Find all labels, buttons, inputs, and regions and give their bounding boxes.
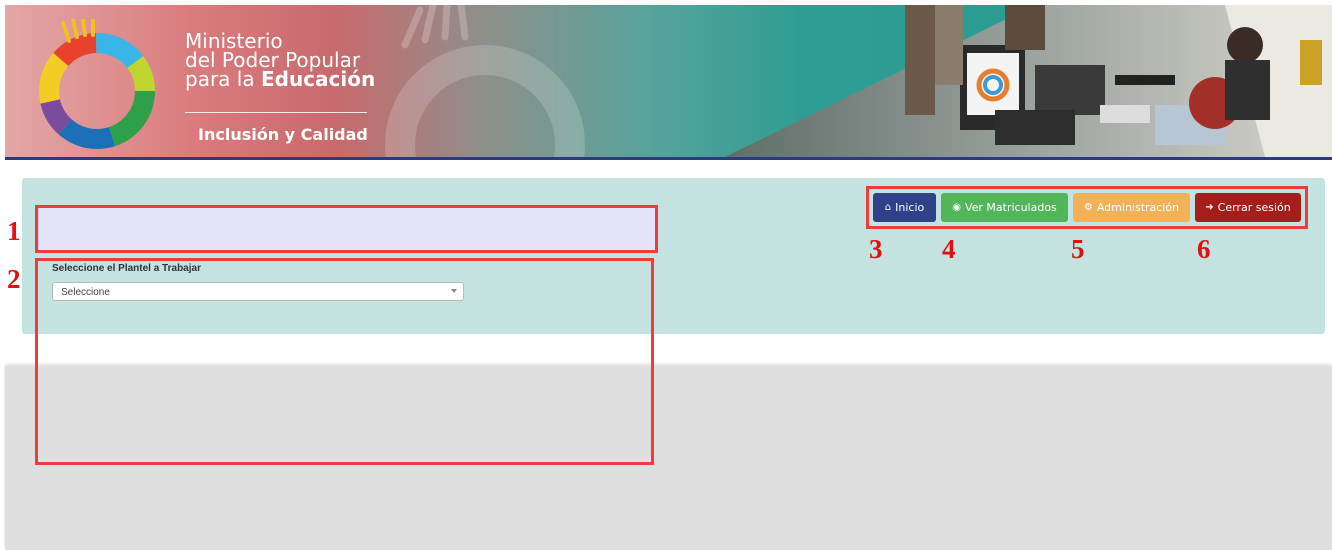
annotation-box-1 bbox=[35, 205, 658, 253]
annotation-number-2: 2 bbox=[7, 264, 21, 294]
annotation-number-1: 1 bbox=[7, 216, 21, 246]
office-photo bbox=[725, 5, 1332, 157]
ministry-line-3-prefix: para la bbox=[185, 67, 261, 91]
annotation-number-5: 5 bbox=[1071, 234, 1085, 264]
ministry-name: Ministerio del Poder Popular para la Edu… bbox=[185, 31, 376, 91]
banner-bottom-rule bbox=[5, 157, 1332, 160]
ministry-divider bbox=[185, 112, 367, 113]
ministry-subtitle: Inclusión y Calidad bbox=[198, 125, 368, 144]
ministry-line-3-bold: Educación bbox=[260, 67, 376, 91]
annotation-box-2 bbox=[35, 258, 654, 465]
header-banner: Ministerio del Poder Popular para la Edu… bbox=[5, 5, 1332, 157]
ministry-line-3: para la Educación bbox=[185, 67, 376, 91]
ministry-logo-icon bbox=[39, 19, 155, 149]
annotation-number-6: 6 bbox=[1197, 234, 1211, 264]
annotation-number-4: 4 bbox=[942, 234, 956, 264]
annotation-box-nav bbox=[866, 186, 1308, 229]
annotation-number-3: 3 bbox=[869, 234, 883, 264]
decorative-ring bbox=[385, 5, 585, 157]
